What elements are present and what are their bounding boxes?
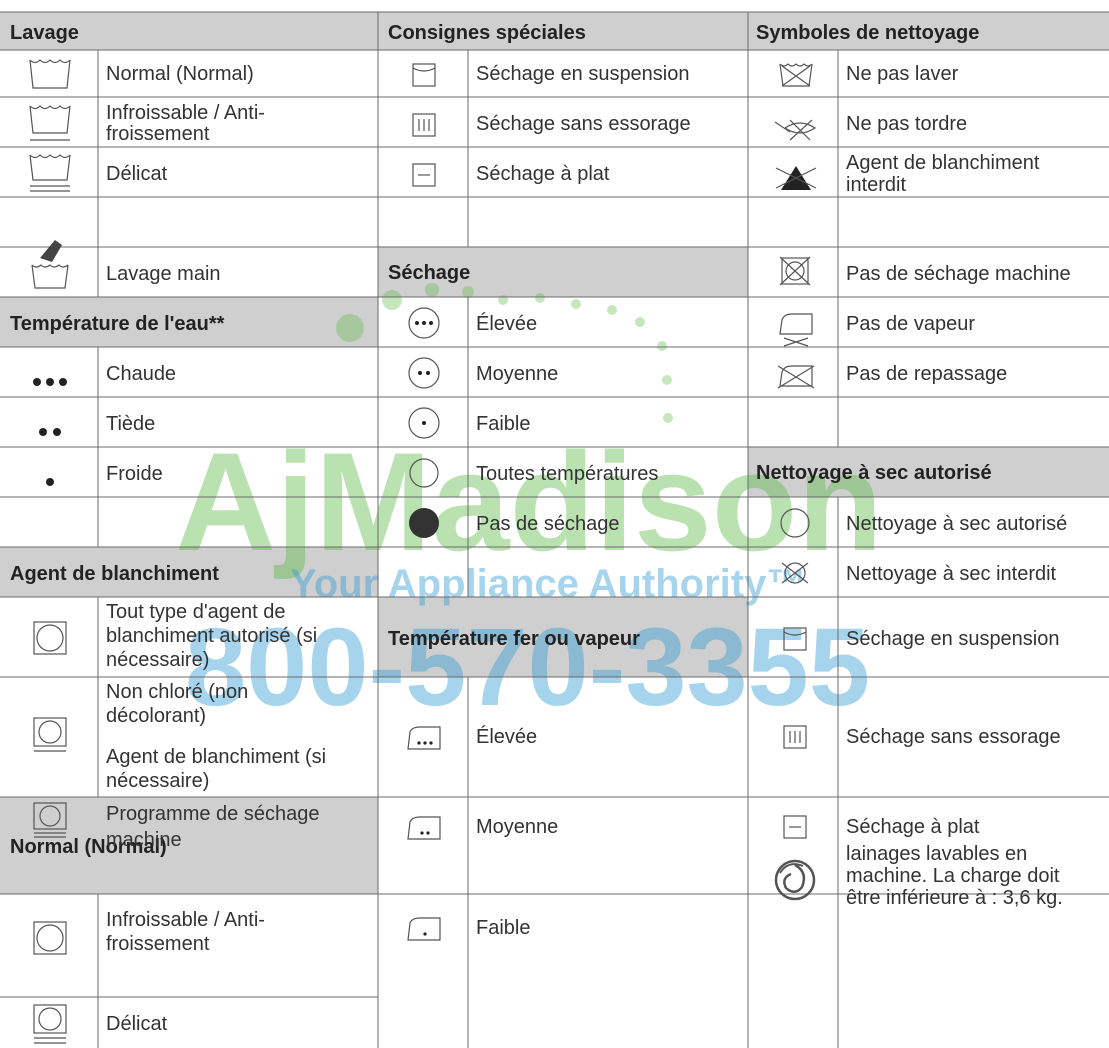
iron-high-icon — [407, 726, 441, 750]
washtub-normal-icon — [29, 59, 71, 89]
cell-text: Froide — [106, 463, 163, 485]
cell-text: Séchage à plat — [476, 163, 610, 185]
cell-text: Délicat — [106, 1013, 168, 1035]
header-symboles-nettoyage: Symboles de nettoyage — [756, 22, 979, 44]
header-nettoyage-sec: Nettoyage à sec autorisé — [756, 462, 992, 484]
cell-text: machine — [106, 829, 182, 851]
cell-text: Pas de vapeur — [846, 313, 975, 335]
cell-text: Non chloré (non — [106, 681, 248, 703]
washtub-delicate-icon — [29, 154, 71, 192]
dry-medium-heat-icon — [408, 357, 440, 389]
cell-text: Nettoyage à sec autorisé — [846, 513, 1067, 535]
header-agent-blanchiment: Agent de blanchiment — [10, 563, 219, 585]
cell-text: Pas de séchage machine — [846, 263, 1071, 285]
cell-text: Élevée — [476, 725, 537, 748]
line-dry-icon — [412, 63, 436, 87]
cell-text: Moyenne — [476, 816, 558, 838]
iron-medium-icon — [407, 816, 441, 840]
two-dots-icon — [39, 428, 61, 436]
cell-text: Faible — [476, 917, 530, 939]
cell-text: interdit — [846, 174, 906, 196]
header-consignes-speciales: Consignes spéciales — [388, 22, 586, 44]
cell-text: Moyenne — [476, 363, 558, 385]
drip-dry-icon — [412, 113, 436, 137]
cell-text: Programme de séchage — [106, 803, 319, 825]
cell-text: Séchage en suspension — [846, 628, 1060, 650]
cell-text: machine. La charge doit — [846, 865, 1060, 887]
cell-text: Normal (Normal) — [106, 63, 254, 85]
cell-text: Séchage sans essorage — [476, 113, 691, 135]
dry-high-heat-icon — [408, 307, 440, 339]
cell-text: Agent de blanchiment (si — [106, 746, 326, 768]
bleach-non-chlorine-icon — [33, 717, 67, 752]
cell-text: Chaude — [106, 363, 176, 385]
watermark: AjMadison Your Appliance Authority™ 800-… — [175, 283, 883, 729]
dry-no-heat-icon — [409, 508, 439, 538]
iron-low-icon — [407, 917, 441, 941]
cell-text: Ne pas tordre — [846, 113, 967, 135]
do-not-wash-icon — [779, 63, 813, 87]
washtub-permanent-press-icon — [29, 105, 71, 141]
wool-machine-wash-icon — [774, 859, 816, 901]
cell-text: Lavage main — [106, 263, 221, 285]
cell-text: Séchage sans essorage — [846, 726, 1061, 748]
cell-text: Séchage en suspension — [476, 63, 690, 85]
cell-text: Pas de séchage — [476, 513, 619, 535]
cell-text: blanchiment autorisé (si — [106, 625, 317, 647]
tumble-dry-delicate-icon — [33, 1004, 67, 1044]
cell-text: être inférieure à : 3,6 kg. — [846, 887, 1063, 909]
do-not-tumble-dry-icon — [779, 256, 811, 286]
care-symbols-table: AjMadison Your Appliance Authority™ 800-… — [0, 11, 1109, 1048]
drip-dry-icon — [783, 725, 807, 749]
bleach-any-icon — [33, 621, 67, 655]
cell-text: Agent de blanchiment — [846, 152, 1040, 174]
do-not-iron-icon — [777, 365, 815, 389]
cell-text: Faible — [476, 413, 530, 435]
no-steam-icon — [779, 313, 813, 347]
header-lavage: Lavage — [10, 22, 79, 44]
dry-flat-icon — [783, 815, 807, 839]
cell-text: Toutes températures — [476, 463, 658, 485]
cell-text: Élevée — [476, 312, 537, 335]
cell-text: Ne pas laver — [846, 63, 959, 85]
three-dots-icon — [33, 378, 67, 386]
cell-text: froissement — [106, 933, 210, 955]
one-dot-icon — [46, 478, 54, 486]
do-not-bleach-icon — [775, 166, 817, 190]
cell-text: décolorant) — [106, 705, 206, 727]
cell-text: lainages lavables en — [846, 843, 1027, 865]
cell-text: Pas de repassage — [846, 363, 1007, 385]
header-temperature-fer: Température fer ou vapeur — [388, 628, 640, 650]
cell-text: Délicat — [106, 163, 168, 185]
cell-text: nécessaire) — [106, 649, 209, 671]
cell-text: Séchage à plat — [846, 816, 980, 838]
cell-text: Infroissable / Anti- — [106, 909, 265, 931]
cell-text: froissement — [106, 123, 210, 145]
cell-text: Infroissable / Anti- — [106, 102, 265, 124]
watermark-tagline: Your Appliance Authority™ — [290, 562, 806, 606]
dry-flat-icon — [412, 163, 436, 187]
cell-text: Tout type d'agent de — [106, 601, 286, 623]
cell-text: nécessaire) — [106, 770, 209, 792]
cell-text: Nettoyage à sec interdit — [846, 563, 1057, 585]
tumble-dry-permanent-press-icon — [33, 921, 67, 955]
cell-text: Tiède — [106, 413, 155, 435]
header-sechage: Séchage — [388, 262, 470, 284]
do-not-wring-icon — [774, 119, 817, 141]
header-temperature-eau: Température de l'eau** — [10, 313, 225, 335]
